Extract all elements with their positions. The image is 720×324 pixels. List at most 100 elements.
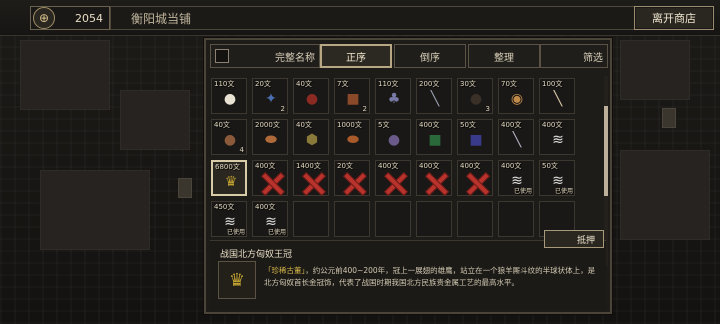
detail-description: 「珍稀古董」，约公元前400~200年，冠上一展翅的雄鹰，站立在一个狼羊厮斗纹的… (264, 265, 600, 289)
filter-button[interactable]: 筛选 (540, 44, 608, 68)
grid-scrollbar[interactable] (604, 76, 608, 266)
ball-icon: ● (469, 91, 483, 107)
item-slot[interactable]: 400文 ╲ (498, 119, 534, 155)
item-price: 5文 (378, 121, 390, 129)
full-name-toggle[interactable]: 完整名称 (210, 44, 320, 68)
item-quantity: 2 (280, 105, 285, 113)
item-slot[interactable]: 2000文 ⬬ (252, 119, 288, 155)
item-price: 100文 (542, 80, 563, 88)
item-quantity: 3 (485, 105, 490, 113)
item-price: 400文 (501, 121, 522, 129)
pearl-icon: ● (223, 91, 237, 107)
used-label: 已使用 (513, 188, 532, 195)
red-gourd-icon: ● (305, 91, 319, 107)
item-slot[interactable]: 40文 ⬢ (293, 119, 329, 155)
item-slot[interactable]: 400文 ≋ 已使用 (252, 201, 288, 237)
item-price: 200文 (419, 80, 440, 88)
sort-ascending-button[interactable]: 正序 (320, 44, 392, 68)
item-slot[interactable]: 400文 (416, 160, 452, 196)
item-slot[interactable]: 400文 (457, 160, 493, 196)
item-slot[interactable]: 400文 ≋ 已使用 (498, 160, 534, 196)
item-price: 50文 (460, 121, 476, 129)
sold-out-icon (466, 172, 488, 194)
sword-icon: ╲ (430, 91, 440, 107)
item-slot[interactable]: 7文 ■ 2 (334, 78, 370, 114)
item-price: 40文 (214, 121, 230, 129)
building (120, 90, 190, 150)
top-bar: ⊕ 2054 衡阳城当铺 离开商店 (0, 0, 720, 36)
scroll-icon: ╲ (553, 91, 563, 107)
item-slot[interactable]: 1000文 ⬬ (334, 119, 370, 155)
empty-slot[interactable] (375, 201, 411, 237)
full-name-checkbox[interactable] (215, 49, 229, 63)
item-price: 110文 (214, 80, 235, 88)
item-slot[interactable]: 50文 ≋ 已使用 (539, 160, 575, 196)
item-slot[interactable]: 110文 ● (211, 78, 247, 114)
item-slot[interactable]: 5文 ● (375, 119, 411, 155)
item-slot[interactable]: 110文 ♣ (375, 78, 411, 114)
empty-slot[interactable] (334, 201, 370, 237)
sausage-icon: ⬬ (265, 132, 277, 148)
sold-out-icon (343, 172, 365, 194)
bell-icon: ● (223, 132, 237, 148)
shield-icon: ⬢ (305, 132, 319, 148)
building (40, 170, 150, 250)
empty-slot[interactable] (498, 201, 534, 237)
item-price: 7文 (337, 80, 349, 88)
drum-icon: ◉ (510, 91, 524, 107)
used-label: 已使用 (226, 229, 245, 236)
money-display: ⊕ 2054 (30, 6, 110, 30)
npc-sprite (662, 108, 676, 128)
shop-title: 衡阳城当铺 (110, 6, 638, 30)
item-slot[interactable]: 70文 ◉ (498, 78, 534, 114)
item-price: 400文 (501, 162, 522, 170)
empty-slot[interactable] (293, 201, 329, 237)
green-book-icon: ■ (428, 132, 442, 148)
item-slot[interactable]: 1400文 (293, 160, 329, 196)
item-price: 400文 (378, 162, 399, 170)
sort-descending-button[interactable]: 倒序 (394, 44, 466, 68)
item-slot[interactable]: 40文 ● (293, 78, 329, 114)
item-price: 400文 (419, 121, 440, 129)
item-slot[interactable]: 400文 ■ (416, 119, 452, 155)
item-slot[interactable]: 200文 ╲ (416, 78, 452, 114)
building (620, 150, 710, 240)
bottles-icon: ♣ (387, 91, 401, 107)
item-quantity: 4 (239, 146, 244, 154)
item-price: 400文 (255, 203, 276, 211)
item-slot[interactable]: 450文 ≋ 已使用 (211, 201, 247, 237)
item-price: 400文 (542, 121, 563, 129)
detail-rarity-tag: 「珍稀古董」 (264, 266, 306, 275)
item-slot[interactable]: 30文 ● 3 (457, 78, 493, 114)
item-slot[interactable]: 400文 (252, 160, 288, 196)
empty-slot[interactable] (457, 201, 493, 237)
item-price: 70文 (501, 80, 517, 88)
item-slot[interactable]: 6800文 ♛ (211, 160, 247, 196)
full-name-label: 完整名称 (275, 52, 315, 64)
item-slot[interactable]: 400文 (375, 160, 411, 196)
pawn-button[interactable]: 抵押 (544, 230, 604, 248)
item-slot[interactable]: 20文 (334, 160, 370, 196)
detail-text: ，约公元前400~200年，冠上一展翅的雄鹰，站立在一个狼羊厮斗纹的半球状体上，… (264, 266, 596, 287)
item-slot[interactable]: 20文 ✦ 2 (252, 78, 288, 114)
empty-slot[interactable] (416, 201, 452, 237)
item-slot[interactable]: 40文 ● 4 (211, 119, 247, 155)
item-price: 20文 (337, 162, 353, 170)
scroll-thumb[interactable] (604, 106, 608, 196)
item-slot[interactable]: 100文 ╲ (539, 78, 575, 114)
item-slot[interactable]: 400文 ≋ (539, 119, 575, 155)
sold-out-icon (302, 172, 324, 194)
item-detail-panel: 战国北方匈奴王冠 ♛ 「珍稀古董」，约公元前400~200年，冠上一展翅的雄鹰，… (210, 240, 606, 310)
shop-panel: 完整名称 正序 倒序 整理 筛选 110文 ● 20文 ✦ 2 40文 ● 7文 ■ 2 110文 ♣… (204, 38, 612, 314)
item-price: 40文 (296, 121, 312, 129)
money-value: 2054 (75, 11, 103, 25)
pot-icon: ● (387, 132, 401, 148)
used-label: 已使用 (267, 229, 286, 236)
block-icon: ■ (346, 91, 360, 107)
detail-item-name: 战国北方匈奴王冠 (220, 250, 293, 260)
leave-shop-button[interactable]: 离开商店 (634, 6, 714, 30)
blue-cloth-icon: ✦ (265, 91, 277, 107)
item-price: 400文 (460, 162, 481, 170)
organize-button[interactable]: 整理 (468, 44, 540, 68)
item-slot[interactable]: 50文 ■ (457, 119, 493, 155)
